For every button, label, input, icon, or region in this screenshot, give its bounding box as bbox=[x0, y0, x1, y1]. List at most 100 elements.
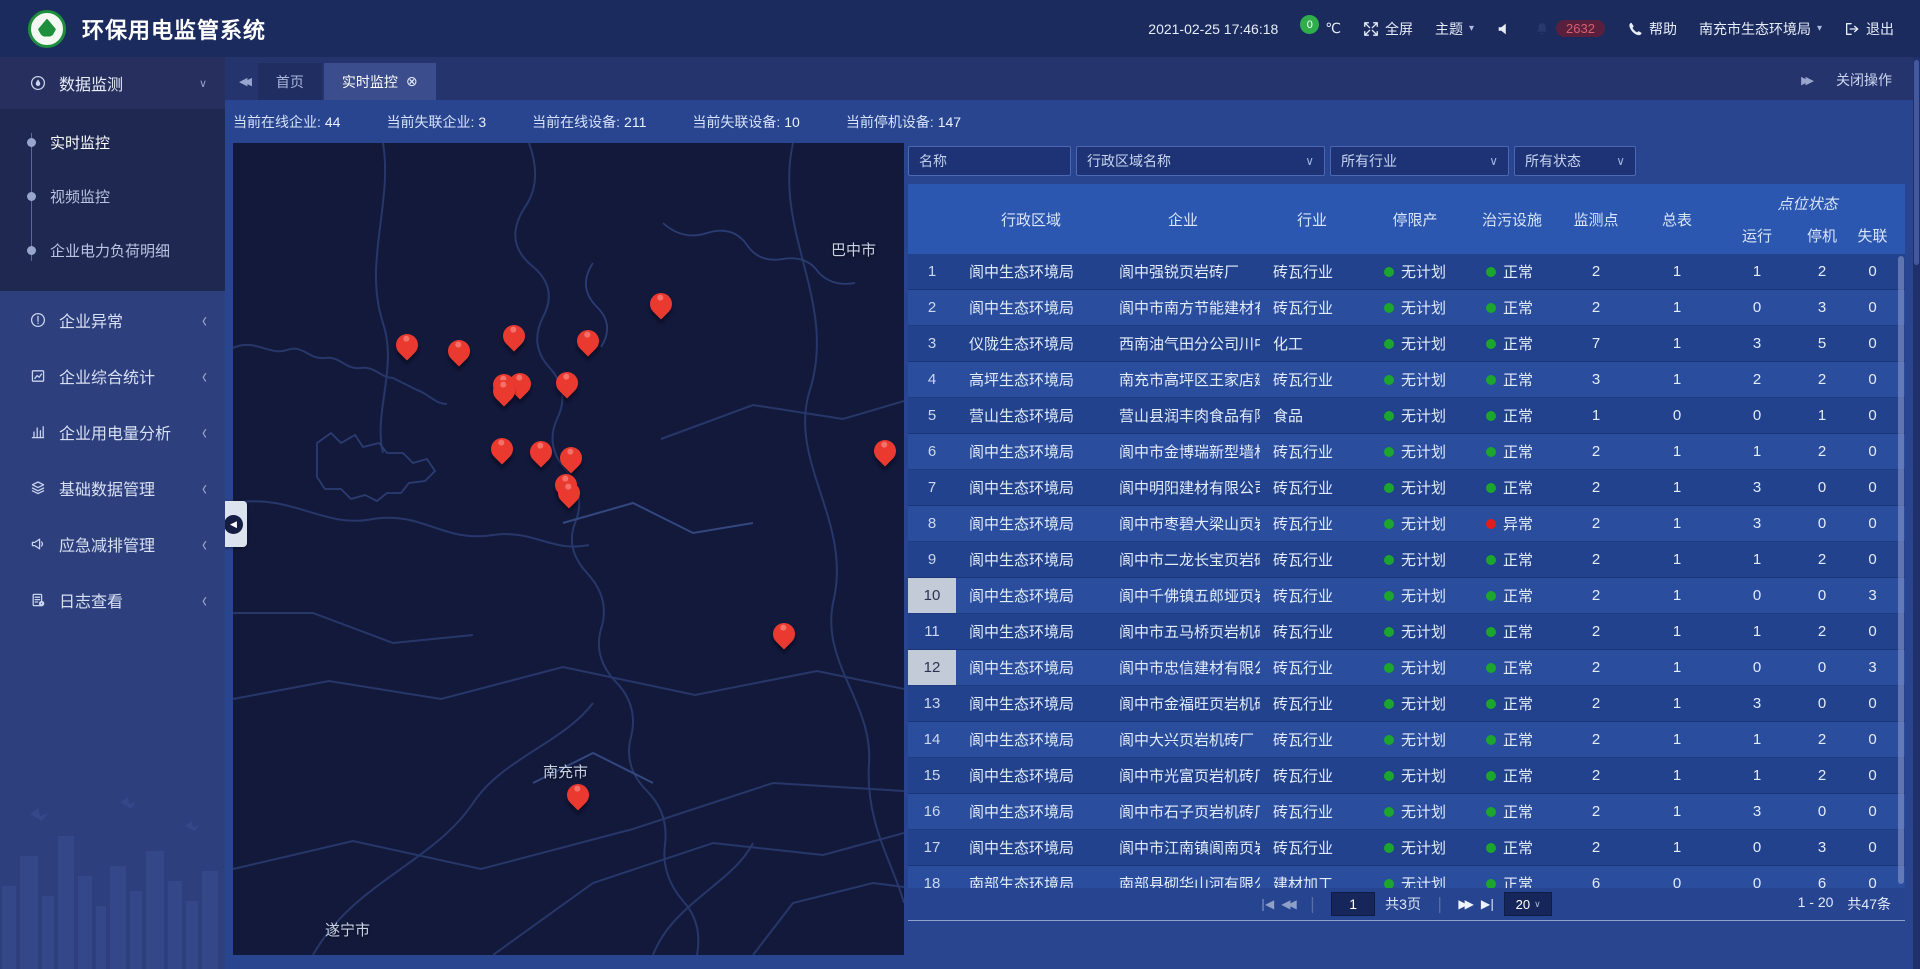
notifications[interactable]: 2632 bbox=[1534, 20, 1605, 37]
table-row[interactable]: 9阆中生态环境局阆中市二龙长宝页岩砖砖瓦行业无计划正常21120 bbox=[908, 542, 1905, 578]
tab-bar: ◀◀ 首页 实时监控 ⊗ ▶▶ 关闭操作 bbox=[225, 57, 1920, 100]
page-size-select[interactable]: 20 ∨ bbox=[1504, 892, 1552, 916]
sidebar-item-power-analysis[interactable]: 企业用电量分析 ‹ bbox=[0, 405, 225, 459]
table-row[interactable]: 7阆中生态环境局阆中明阳建材有限公司砖瓦行业无计划正常21300 bbox=[908, 470, 1905, 506]
run-cell: 0 bbox=[1720, 830, 1794, 865]
region-cell: 阆中生态环境局 bbox=[956, 830, 1106, 865]
sound-toggle[interactable] bbox=[1496, 21, 1512, 37]
sidebar-item-data-monitoring[interactable]: 数据监测 ∨ bbox=[0, 57, 225, 109]
stop-cell: 5 bbox=[1794, 326, 1850, 361]
status-filter-select[interactable]: 所有状态 ∨ bbox=[1514, 146, 1636, 176]
table-row[interactable]: 3仪陇生态环境局西南油气田分公司川中化工无计划正常71350 bbox=[908, 326, 1905, 362]
sidebar-item-enterprise-abnormal[interactable]: 企业异常 ‹ bbox=[0, 293, 225, 347]
help-button[interactable]: 帮助 bbox=[1627, 19, 1677, 39]
table-row[interactable]: 8阆中生态环境局阆中市枣碧大梁山页岩砖瓦行业无计划异常21300 bbox=[908, 506, 1905, 542]
table-row[interactable]: 1阆中生态环境局阆中强锐页岩砖厂砖瓦行业无计划正常21120 bbox=[908, 254, 1905, 290]
run-cell: 0 bbox=[1720, 578, 1794, 613]
table-row[interactable]: 6阆中生态环境局阆中市金博瑞新型墙材砖瓦行业无计划正常21120 bbox=[908, 434, 1905, 470]
table-row[interactable]: 4高坪生态环境局南充市高坪区王家店建砖瓦行业无计划正常31220 bbox=[908, 362, 1905, 398]
report-chart-icon bbox=[30, 368, 46, 384]
next-page-icon[interactable]: ▶▶ bbox=[1458, 897, 1470, 911]
org-dropdown[interactable]: 南充市生态环境局▾ bbox=[1699, 19, 1822, 39]
sidebar-item-video-monitor[interactable]: 视频监控 bbox=[0, 169, 225, 223]
close-tab-icon[interactable]: ⊗ bbox=[406, 73, 418, 90]
table-row[interactable]: 17阆中生态环境局阆中市江南镇阆南页岩砖瓦行业无计划正常21030 bbox=[908, 830, 1905, 866]
meters-cell: 1 bbox=[1634, 650, 1720, 685]
run-cell: 1 bbox=[1720, 722, 1794, 757]
company-cell: 阆中千佛镇五郎垭页岩 bbox=[1106, 578, 1260, 613]
meters-cell: 1 bbox=[1634, 830, 1720, 865]
table-row[interactable]: 10阆中生态环境局阆中千佛镇五郎垭页岩砖瓦行业无计划正常21003 bbox=[908, 578, 1905, 614]
region-cell: 阆中生态环境局 bbox=[956, 542, 1106, 577]
status-dot-green bbox=[1486, 591, 1496, 601]
run-cell: 3 bbox=[1720, 326, 1794, 361]
name-filter-input[interactable] bbox=[919, 153, 1060, 169]
theme-dropdown[interactable]: 主题▾ bbox=[1435, 19, 1474, 39]
table-row[interactable]: 2阆中生态环境局阆中市南方节能建材有砖瓦行业无计划正常21030 bbox=[908, 290, 1905, 326]
table-scrollbar[interactable] bbox=[1898, 256, 1904, 884]
chevron-left-icon: ‹ bbox=[202, 420, 207, 444]
last-page-icon[interactable]: ▶❘ bbox=[1481, 897, 1494, 911]
meters-cell: 1 bbox=[1634, 254, 1720, 289]
sidebar-item-log-view[interactable]: 日志查看 ‹ bbox=[0, 573, 225, 627]
chevron-down-icon: ∨ bbox=[1305, 154, 1314, 168]
table-row[interactable]: 13阆中生态环境局阆中市金福旺页岩机砖砖瓦行业无计划正常21300 bbox=[908, 686, 1905, 722]
plan-status-cell: 无计划 bbox=[1364, 830, 1466, 865]
page-number-input[interactable]: 1 bbox=[1331, 892, 1375, 916]
close-operations-button[interactable]: 关闭操作 bbox=[1836, 70, 1892, 90]
status-dot-green bbox=[1384, 555, 1394, 565]
row-number-cell: 11 bbox=[908, 614, 956, 649]
row-number-cell: 10 bbox=[908, 578, 956, 613]
table-body: 1阆中生态环境局阆中强锐页岩砖厂砖瓦行业无计划正常211202阆中生态环境局阆中… bbox=[908, 254, 1905, 888]
status-dot-green bbox=[1384, 267, 1394, 277]
scroll-tabs-left-icon[interactable]: ◀◀ bbox=[239, 75, 248, 88]
sidebar-item-realtime-monitor[interactable]: 实时监控 bbox=[0, 115, 225, 169]
first-page-icon[interactable]: ❘◀ bbox=[1258, 897, 1271, 911]
tab-realtime-monitor[interactable]: 实时监控 ⊗ bbox=[324, 63, 436, 100]
prev-page-icon[interactable]: ◀◀ bbox=[1281, 897, 1293, 911]
page-scrollbar[interactable] bbox=[1913, 57, 1920, 969]
fullscreen-button[interactable]: 全屏 bbox=[1363, 19, 1413, 39]
header-toolbar: 2021-02-25 17:46:18 0 ℃ 全屏 主题▾ 2632 帮助 南… bbox=[1148, 19, 1920, 39]
app-root: { "header": { "title": "环保用电监管系统", "date… bbox=[0, 0, 1920, 969]
sidebar-item-emergency-reduction[interactable]: 应急减排管理 ‹ bbox=[0, 517, 225, 571]
industry-filter-select[interactable]: 所有行业 ∨ bbox=[1330, 146, 1509, 176]
industry-cell: 砖瓦行业 bbox=[1260, 830, 1364, 865]
table-row[interactable]: 14阆中生态环境局阆中大兴页岩机砖厂砖瓦行业无计划正常21120 bbox=[908, 722, 1905, 758]
sidebar-item-base-data[interactable]: 基础数据管理 ‹ bbox=[0, 461, 225, 515]
run-cell: 0 bbox=[1720, 290, 1794, 325]
run-cell: 1 bbox=[1720, 614, 1794, 649]
industry-cell: 砖瓦行业 bbox=[1260, 578, 1364, 613]
page-scrollbar-thumb[interactable] bbox=[1914, 60, 1919, 265]
phone-icon bbox=[1627, 21, 1643, 37]
map-city-label: 遂宁市 bbox=[325, 919, 370, 940]
table-row[interactable]: 12阆中生态环境局阆中市忠信建材有限公砖瓦行业无计划正常21003 bbox=[908, 650, 1905, 686]
company-cell: 营山县润丰肉食品有限 bbox=[1106, 398, 1260, 433]
company-cell: 南部县砌华山河有限公 bbox=[1106, 866, 1260, 888]
plan-status-cell: 无计划 bbox=[1364, 794, 1466, 829]
tab-home[interactable]: 首页 bbox=[258, 63, 322, 100]
sidebar-item-enterprise-statistics[interactable]: 企业综合统计 ‹ bbox=[0, 349, 225, 403]
map-panel[interactable]: 巴中市南充市遂宁市 ◀ bbox=[233, 143, 904, 955]
table-row[interactable]: 11阆中生态环境局阆中市五马桥页岩机砖砖瓦行业无计划正常21120 bbox=[908, 614, 1905, 650]
lost-cell: 3 bbox=[1850, 650, 1895, 685]
bell-icon bbox=[1534, 21, 1550, 37]
row-number-cell: 16 bbox=[908, 794, 956, 829]
chevron-left-icon: ‹ bbox=[202, 308, 207, 332]
temperature-unit: ℃ bbox=[1325, 20, 1341, 37]
scroll-tabs-right-icon[interactable]: ▶▶ bbox=[1801, 74, 1810, 87]
temperature: 0 ℃ bbox=[1300, 20, 1341, 37]
table-row[interactable]: 15阆中生态环境局阆中市光富页岩机砖厂砖瓦行业无计划正常21120 bbox=[908, 758, 1905, 794]
stop-cell: 2 bbox=[1794, 434, 1850, 469]
stop-cell: 2 bbox=[1794, 362, 1850, 397]
name-filter[interactable] bbox=[908, 146, 1071, 176]
map-city-label: 巴中市 bbox=[831, 239, 876, 260]
table-row[interactable]: 18南部生态环境局南部县砌华山河有限公建材加工无计划正常60060 bbox=[908, 866, 1905, 888]
region-filter-select[interactable]: 行政区域名称 ∨ bbox=[1076, 146, 1325, 176]
table-row[interactable]: 5营山生态环境局营山县润丰肉食品有限食品无计划正常10010 bbox=[908, 398, 1905, 434]
table-row[interactable]: 16阆中生态环境局阆中市石子页岩机砖厂砖瓦行业无计划正常21300 bbox=[908, 794, 1905, 830]
sidebar-item-power-load-detail[interactable]: 企业电力负荷明细 bbox=[0, 223, 225, 277]
stop-cell: 2 bbox=[1794, 254, 1850, 289]
col-group-point-status: 点位状态 bbox=[1720, 184, 1895, 216]
logout-button[interactable]: 退出 bbox=[1844, 19, 1894, 39]
